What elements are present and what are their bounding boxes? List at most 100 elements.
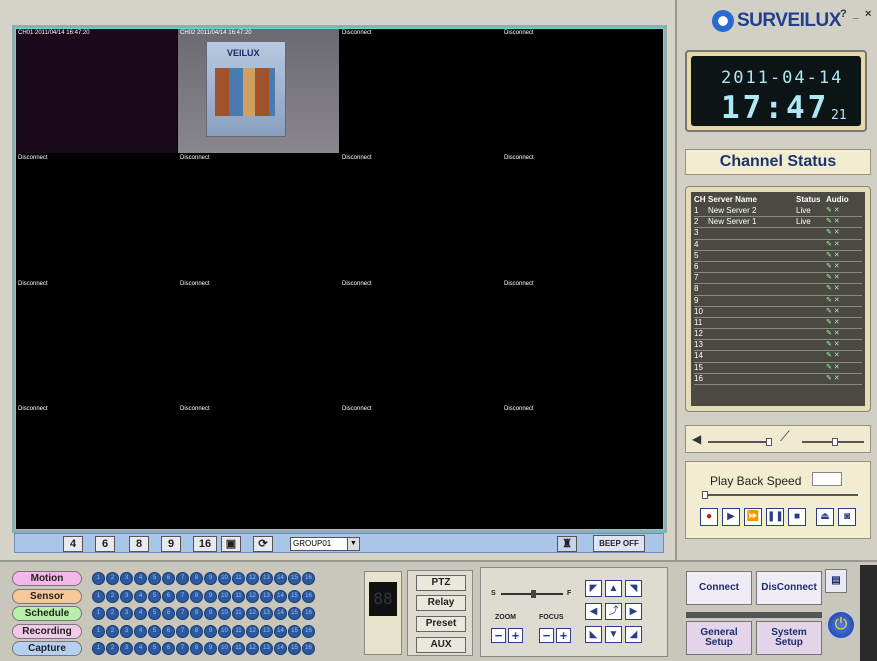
channel-indicator[interactable]: 15 xyxy=(288,642,301,655)
channel-indicator[interactable]: 14 xyxy=(274,642,287,655)
audio-icon[interactable]: ✎ ✕ xyxy=(826,329,850,339)
channel-indicator[interactable]: 10 xyxy=(218,642,231,655)
video-cell-5[interactable]: Disconnect xyxy=(16,154,177,279)
audio-icon[interactable]: ✎ ✕ xyxy=(826,262,850,272)
pan-down-button[interactable]: ▼ xyxy=(605,626,622,643)
audio-icon[interactable]: ✎ ✕ xyxy=(826,374,850,384)
table-row[interactable]: 6 ✎ ✕ xyxy=(694,262,862,274)
preset-button[interactable]: Preset xyxy=(416,616,466,632)
channel-indicator[interactable]: 5 xyxy=(148,572,161,585)
channel-indicator[interactable]: 12 xyxy=(246,624,259,638)
channel-indicator[interactable]: 6 xyxy=(162,607,175,620)
channel-indicator[interactable]: 15 xyxy=(288,624,301,638)
video-cell-2[interactable]: CH02 2011/04/14 16:47:20 VEILUX xyxy=(178,29,339,154)
snapshot-button[interactable]: ◙ xyxy=(838,508,856,526)
zoom-out-button[interactable]: − xyxy=(491,628,506,643)
channel-indicator[interactable]: 8 xyxy=(190,624,203,638)
channel-indicator[interactable]: 10 xyxy=(218,624,231,638)
channel-indicator[interactable]: 6 xyxy=(162,624,175,638)
pan-up-right-button[interactable]: ◥ xyxy=(625,580,642,597)
video-cell-6[interactable]: Disconnect xyxy=(178,154,339,279)
channel-indicator[interactable]: 9 xyxy=(204,624,217,638)
channel-indicator[interactable]: 8 xyxy=(190,572,203,585)
audio-icon[interactable]: ✎ ✕ xyxy=(826,351,850,361)
audio-icon[interactable]: ✎ ✕ xyxy=(826,284,850,294)
video-cell-8[interactable]: Disconnect xyxy=(502,154,663,279)
video-cell-9[interactable]: Disconnect xyxy=(16,279,177,404)
minimize-button[interactable]: _ xyxy=(853,8,859,20)
channel-indicator[interactable]: 1 xyxy=(92,607,105,620)
io-label-button[interactable]: Capture xyxy=(12,641,82,656)
channel-indicator[interactable]: 5 xyxy=(148,607,161,620)
ptz-button[interactable]: PTZ xyxy=(416,575,466,591)
channel-indicator[interactable]: 10 xyxy=(218,572,231,585)
focus-in-button[interactable]: + xyxy=(556,628,571,643)
channel-indicator[interactable]: 15 xyxy=(288,589,301,603)
table-row[interactable]: 13 ✎ ✕ xyxy=(694,340,862,352)
power-button[interactable]: ⏻ xyxy=(826,610,856,640)
channel-indicator[interactable]: 16 xyxy=(302,642,315,655)
beep-toggle-button[interactable]: BEEP OFF xyxy=(593,535,645,552)
channel-indicator[interactable]: 3 xyxy=(120,607,133,620)
video-cell-15[interactable]: Disconnect xyxy=(340,404,501,529)
video-cell-13[interactable]: Disconnect xyxy=(16,404,177,529)
fast-forward-button[interactable]: ⏩ xyxy=(744,508,762,526)
channel-indicator[interactable]: 2 xyxy=(106,572,119,585)
channel-indicator[interactable]: 13 xyxy=(260,572,273,585)
split-8-button[interactable]: 8 xyxy=(129,536,149,552)
channel-indicator[interactable]: 2 xyxy=(106,642,119,655)
pan-left-button[interactable]: ◀ xyxy=(585,603,602,620)
table-row[interactable]: 12 ✎ ✕ xyxy=(694,329,862,341)
eject-button[interactable]: ⏏ xyxy=(816,508,834,526)
channel-indicator[interactable]: 9 xyxy=(204,642,217,655)
table-row[interactable]: 2 New Server 1 Live ✎ ✕ xyxy=(694,217,862,229)
channel-indicator[interactable]: 15 xyxy=(288,572,301,585)
pause-button[interactable]: ❚❚ xyxy=(766,508,784,526)
channel-indicator[interactable]: 4 xyxy=(134,607,147,620)
audio-icon[interactable]: ✎ ✕ xyxy=(826,340,850,350)
pan-down-left-button[interactable]: ◣ xyxy=(585,626,602,643)
play-button[interactable]: ▶ xyxy=(722,508,740,526)
audio-icon[interactable]: ✎ ✕ xyxy=(826,251,850,261)
ptz-speed-slider[interactable] xyxy=(501,590,563,598)
audio-icon[interactable]: ✎ ✕ xyxy=(826,240,850,250)
group-select[interactable]: GROUP01 ▼ xyxy=(290,537,360,551)
focus-out-button[interactable]: − xyxy=(539,628,554,643)
channel-indicator[interactable]: 11 xyxy=(232,607,245,620)
pan-up-button[interactable]: ▲ xyxy=(605,580,622,597)
channel-indicator[interactable]: 3 xyxy=(120,624,133,638)
audio-icon[interactable]: ✎ ✕ xyxy=(826,217,850,227)
channel-indicator[interactable]: 9 xyxy=(204,607,217,620)
help-button[interactable]: ? xyxy=(840,8,847,20)
channel-indicator[interactable]: 15 xyxy=(288,607,301,620)
relay-button[interactable]: Relay xyxy=(416,595,466,611)
channel-indicator[interactable]: 12 xyxy=(246,607,259,620)
split-6-button[interactable]: 6 xyxy=(95,536,115,552)
mic-volume-slider[interactable] xyxy=(802,438,864,446)
channel-indicator[interactable]: 9 xyxy=(204,589,217,603)
speaker-volume-slider[interactable] xyxy=(708,438,772,446)
fullscreen-button[interactable]: ▣ xyxy=(221,536,241,552)
split-16-button[interactable]: 16 xyxy=(193,536,217,552)
channel-indicator[interactable]: 13 xyxy=(260,624,273,638)
channel-indicator[interactable]: 11 xyxy=(232,624,245,638)
channel-indicator[interactable]: 13 xyxy=(260,589,273,603)
table-row[interactable]: 8 ✎ ✕ xyxy=(694,284,862,296)
table-row[interactable]: 14 ✎ ✕ xyxy=(694,351,862,363)
channel-indicator[interactable]: 13 xyxy=(260,642,273,655)
video-cell-14[interactable]: Disconnect xyxy=(178,404,339,529)
video-cell-16[interactable]: Disconnect xyxy=(502,404,663,529)
channel-indicator[interactable]: 4 xyxy=(134,624,147,638)
general-setup-button[interactable]: General Setup xyxy=(686,621,752,655)
table-row[interactable]: 11 ✎ ✕ xyxy=(694,318,862,330)
channel-indicator[interactable]: 10 xyxy=(218,607,231,620)
audio-icon[interactable]: ✎ ✕ xyxy=(826,307,850,317)
table-row[interactable]: 10 ✎ ✕ xyxy=(694,307,862,318)
channel-indicator[interactable]: 2 xyxy=(106,589,119,603)
record-button[interactable]: ● xyxy=(700,508,718,526)
io-label-button[interactable]: Motion xyxy=(12,571,82,586)
audio-icon[interactable]: ✎ ✕ xyxy=(826,273,850,283)
channel-indicator[interactable]: 1 xyxy=(92,624,105,638)
channel-indicator[interactable]: 11 xyxy=(232,572,245,585)
channel-indicator[interactable]: 4 xyxy=(134,572,147,585)
